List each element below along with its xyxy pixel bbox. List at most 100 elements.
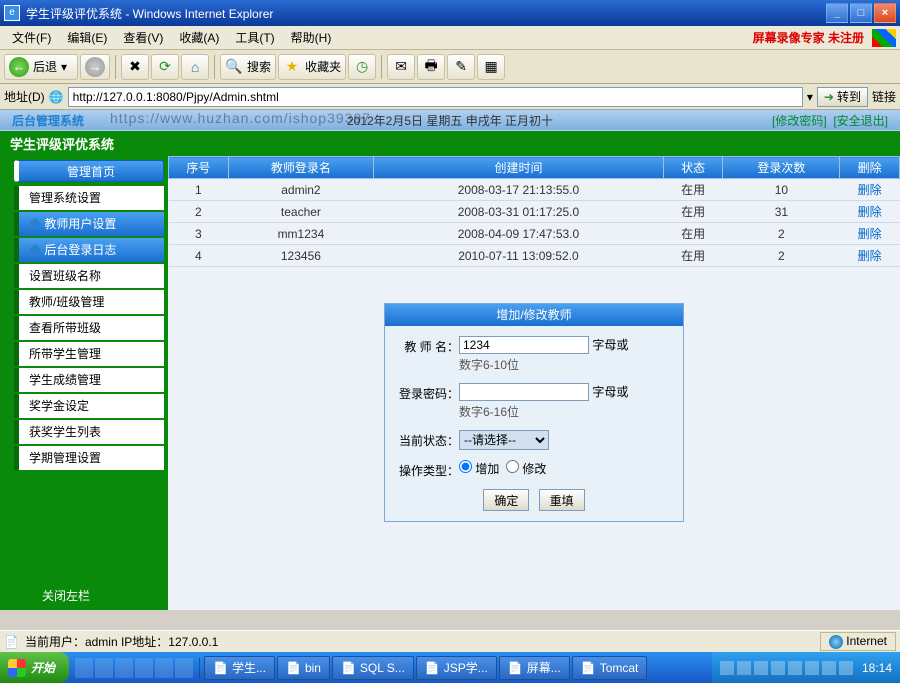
close-sidebar-link[interactable]: 关闭左栏 xyxy=(4,577,168,610)
op-label: 操作类型： xyxy=(397,460,459,479)
status-zone: Internet xyxy=(820,632,896,651)
cell-count: 10 xyxy=(723,179,840,201)
print-button[interactable]: 🖶 xyxy=(417,54,445,80)
password-input[interactable] xyxy=(459,383,589,401)
table-row: 2teacher2008-03-31 01:17:25.0在用31删除 xyxy=(169,201,900,223)
maximize-button[interactable]: □ xyxy=(850,3,872,23)
cell-count: 2 xyxy=(723,223,840,245)
menu-edit[interactable]: 编辑(E) xyxy=(59,29,115,46)
sidebar-item-2[interactable]: 后台登录日志 xyxy=(14,238,164,262)
window-title: 学生评级评优系统 - Windows Internet Explorer xyxy=(26,5,826,22)
back-button[interactable]: ← 后退 ▾ xyxy=(4,54,78,80)
home-button[interactable]: ⌂ xyxy=(181,54,209,80)
sidebar-item-3[interactable]: 设置班级名称 xyxy=(14,264,164,288)
cell-state: 在用 xyxy=(663,223,723,245)
home-icon: ⌂ xyxy=(186,58,204,76)
sidebar-item-6[interactable]: 所带学生管理 xyxy=(14,342,164,366)
tray-icon[interactable] xyxy=(805,661,819,675)
sidebar-item-1[interactable]: 教师用户设置 xyxy=(14,212,164,236)
close-button[interactable]: × xyxy=(874,3,896,23)
addr-dropdown-icon[interactable]: ▾ xyxy=(807,90,813,104)
start-button[interactable]: 开始 xyxy=(0,652,69,683)
refresh-button[interactable]: ⟳ xyxy=(151,54,179,80)
forward-button[interactable]: → xyxy=(80,54,110,80)
task-button[interactable]: 📄bin xyxy=(277,656,330,680)
system-tray: 18:14 xyxy=(712,652,900,683)
delete-link[interactable]: 删除 xyxy=(858,205,882,219)
col-header: 教师登录名 xyxy=(228,157,374,179)
name-hint: 数字6-10位 xyxy=(459,356,671,373)
search-button[interactable]: 🔍搜索 xyxy=(220,54,276,80)
sidebar-header[interactable]: 管理首页 xyxy=(14,160,164,182)
col-header: 登录次数 xyxy=(723,157,840,179)
address-bar: 地址(D) 🌐 ▾ ➔转到 链接 xyxy=(0,84,900,110)
sidebar-item-5[interactable]: 查看所带班级 xyxy=(14,316,164,340)
menu-tools[interactable]: 工具(T) xyxy=(227,29,282,46)
app-banner: 后台管理系统 2012年2月5日 星期五 申戌年 正月初十 https://ww… xyxy=(0,110,900,130)
content-area: 序号教师登录名创建时间状态登录次数删除 1admin22008-03-17 21… xyxy=(168,156,900,610)
teacher-table: 序号教师登录名创建时间状态登录次数删除 1admin22008-03-17 21… xyxy=(168,156,900,267)
menu-help[interactable]: 帮助(H) xyxy=(283,29,340,46)
menu-view[interactable]: 查看(V) xyxy=(115,29,171,46)
cell-time: 2008-04-09 17:47:53.0 xyxy=(374,223,664,245)
stop-button[interactable]: ✖ xyxy=(121,54,149,80)
history-button[interactable]: ◷ xyxy=(348,54,376,80)
pwd-suffix: 字母或 xyxy=(592,385,628,399)
mail-button[interactable]: ✉ xyxy=(387,54,415,80)
change-password-link[interactable]: [修改密码] xyxy=(772,114,827,128)
menu-file[interactable]: 文件(F) xyxy=(4,29,59,46)
tray-icon[interactable] xyxy=(788,661,802,675)
col-header: 创建时间 xyxy=(374,157,664,179)
menu-fav[interactable]: 收藏(A) xyxy=(171,29,227,46)
search-icon: 🔍 xyxy=(225,58,243,76)
tray-icon[interactable] xyxy=(737,661,751,675)
delete-link[interactable]: 删除 xyxy=(858,227,882,241)
submit-button[interactable]: 确定 xyxy=(483,489,529,511)
tray-icon[interactable] xyxy=(754,661,768,675)
sidebar-item-4[interactable]: 教师/班级管理 xyxy=(14,290,164,314)
task-button[interactable]: 📄屏幕... xyxy=(499,656,570,680)
edit-button[interactable]: ✎ xyxy=(447,54,475,80)
cell-time: 2008-03-31 01:17:25.0 xyxy=(374,201,664,223)
delete-link[interactable]: 删除 xyxy=(858,183,882,197)
favorites-button[interactable]: ★收藏夹 xyxy=(278,54,346,80)
edit-icon: ✎ xyxy=(452,58,470,76)
state-select[interactable]: --请选择-- xyxy=(459,430,549,450)
tray-icon[interactable] xyxy=(839,661,853,675)
task-button[interactable]: 📄Tomcat xyxy=(572,656,648,680)
op-modify-radio[interactable]: 修改 xyxy=(506,462,546,476)
tool-button[interactable]: ▦ xyxy=(477,54,505,80)
table-row: 3mm12342008-04-09 17:47:53.0在用2删除 xyxy=(169,223,900,245)
sidebar-item-0[interactable]: 管理系统设置 xyxy=(14,186,164,210)
op-add-radio[interactable]: 增加 xyxy=(459,462,499,476)
start-label: 开始 xyxy=(31,659,55,676)
go-button[interactable]: ➔转到 xyxy=(817,87,868,107)
cell-user: admin2 xyxy=(228,179,374,201)
sidebar-item-7[interactable]: 学生成绩管理 xyxy=(14,368,164,392)
delete-link[interactable]: 删除 xyxy=(858,249,882,263)
cell-state: 在用 xyxy=(663,179,723,201)
cell-idx: 4 xyxy=(169,245,229,267)
mail-icon: ✉ xyxy=(392,58,410,76)
task-button[interactable]: 📄SQL S... xyxy=(332,656,414,680)
teacher-name-input[interactable] xyxy=(459,336,589,354)
logout-link[interactable]: [安全退出] xyxy=(833,114,888,128)
cell-state: 在用 xyxy=(663,245,723,267)
tray-icon[interactable] xyxy=(720,661,734,675)
minimize-button[interactable]: _ xyxy=(826,3,848,23)
task-button[interactable]: 📄学生... xyxy=(204,656,275,680)
sidebar-item-10[interactable]: 学期管理设置 xyxy=(14,446,164,470)
watermark: https://www.huzhan.com/ishop39397 xyxy=(110,110,371,126)
task-button[interactable]: 📄JSP学... xyxy=(416,656,497,680)
tray-icon[interactable] xyxy=(771,661,785,675)
tray-icon[interactable] xyxy=(822,661,836,675)
reset-button[interactable]: 重填 xyxy=(539,489,585,511)
star-icon: ★ xyxy=(283,58,301,76)
status-bar: 📄 当前用户：admin IP地址：127.0.0.1 Internet xyxy=(0,630,900,652)
sidebar-item-9[interactable]: 获奖学生列表 xyxy=(14,420,164,444)
start-flag-icon xyxy=(8,659,26,677)
links-label[interactable]: 链接 xyxy=(872,88,896,105)
sidebar-item-8[interactable]: 奖学金设定 xyxy=(14,394,164,418)
name-suffix: 字母或 xyxy=(592,338,628,352)
address-input[interactable] xyxy=(68,87,803,107)
